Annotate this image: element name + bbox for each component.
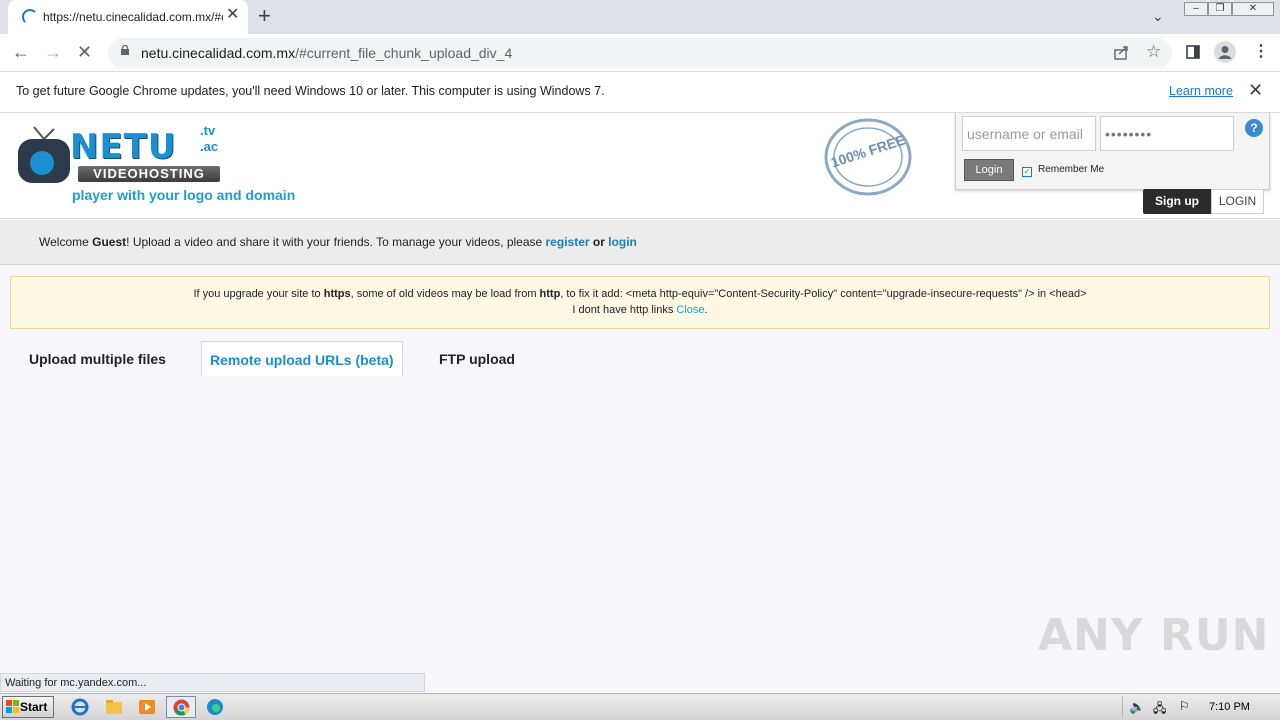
login-button[interactable]: Login bbox=[964, 159, 1014, 181]
tv-logo-icon bbox=[18, 126, 70, 183]
start-button[interactable]: Start bbox=[2, 696, 54, 718]
restore-window-icon[interactable]: ❐ bbox=[1208, 2, 1232, 16]
close-window-icon[interactable]: ✕ bbox=[1232, 2, 1274, 16]
windows-logo-icon bbox=[6, 700, 19, 713]
help-icon[interactable]: ? bbox=[1245, 119, 1263, 137]
new-tab-icon[interactable]: + bbox=[258, 5, 271, 27]
logo-videohosting: VIDEOHOSTING bbox=[78, 166, 220, 182]
logo-tld-tv: .tv bbox=[200, 123, 216, 138]
tab-search-chevron-icon[interactable]: ⌄ bbox=[1152, 8, 1164, 25]
username-field[interactable]: username or email bbox=[962, 116, 1096, 151]
url-host: netu.cinecalidad.com.mx bbox=[141, 45, 296, 61]
chrome-update-infobar: To get future Google Chrome updates, you… bbox=[0, 72, 1280, 113]
notice-line-1: If you upgrade your site to https, some … bbox=[11, 288, 1269, 300]
logo-tagline: player with your logo and domain bbox=[72, 187, 296, 203]
notice-period: . bbox=[704, 304, 708, 316]
password-field[interactable]: •••••••• bbox=[1100, 116, 1234, 151]
action-center-flag-icon[interactable]: ⚐ bbox=[1179, 699, 1190, 713]
browser-tab[interactable]: https://netu.cinecalidad.com.mx/#c ✕ bbox=[8, 0, 248, 34]
sign-up-button[interactable]: Sign up bbox=[1143, 189, 1211, 214]
network-icon[interactable]: 🖧 bbox=[1153, 699, 1166, 720]
register-link[interactable]: register bbox=[546, 235, 590, 249]
status-bubble: Waiting for mc.yandex.com... bbox=[0, 673, 425, 692]
share-icon[interactable] bbox=[1113, 45, 1129, 61]
tab-title: https://netu.cinecalidad.com.mx/#c bbox=[43, 10, 223, 24]
remember-me-checkbox[interactable]: ✓ bbox=[1022, 167, 1032, 177]
volume-icon[interactable]: 🔈 bbox=[1129, 699, 1145, 715]
forward-arrow-icon[interactable]: → bbox=[44, 41, 62, 63]
https-notice: If you upgrade your site to https, some … bbox=[10, 276, 1270, 329]
url-path: /#current_file_chunk_upload_div_4 bbox=[295, 45, 513, 61]
notice-close-link[interactable]: Close bbox=[676, 304, 704, 316]
side-panel-icon[interactable] bbox=[1186, 45, 1200, 59]
profile-avatar-icon[interactable] bbox=[1214, 41, 1236, 63]
start-label: Start bbox=[20, 700, 48, 714]
learn-more-link[interactable]: Learn more bbox=[1169, 84, 1233, 98]
logo-netu[interactable]: NETU bbox=[70, 127, 176, 167]
address-bar[interactable]: netu.cinecalidad.com.mx/#current_file_ch… bbox=[108, 38, 1172, 68]
system-tray: 🔈 🖧 ⚐ bbox=[1122, 696, 1200, 718]
infobar-close-icon[interactable]: ✕ bbox=[1248, 80, 1263, 101]
minimize-window-icon[interactable]: – bbox=[1184, 2, 1208, 16]
welcome-prefix: Welcome bbox=[39, 235, 93, 249]
browser-toolbar: ← → ✕ netu.cinecalidad.com.mx/#current_f… bbox=[0, 34, 1280, 72]
tab-upload-multiple-files[interactable]: Upload multiple files bbox=[21, 341, 174, 376]
welcome-bar: Welcome Guest! Upload a video and share … bbox=[0, 220, 1280, 265]
tab-close-icon[interactable]: ✕ bbox=[226, 7, 239, 23]
chrome-icon bbox=[173, 699, 190, 716]
welcome-or: or bbox=[589, 235, 609, 249]
notice-https: https bbox=[323, 288, 351, 300]
welcome-text: Welcome Guest! Upload a video and share … bbox=[39, 235, 637, 249]
notice-text-c: , to fix it add: <meta http-equiv="Conte… bbox=[560, 288, 1087, 300]
stop-loading-icon[interactable]: ✕ bbox=[77, 41, 92, 63]
edge-icon[interactable] bbox=[204, 697, 226, 717]
loading-spinner-icon bbox=[22, 9, 38, 25]
login-tab-button[interactable]: LOGIN bbox=[1211, 189, 1264, 214]
login-box: username or email •••••••• Login ✓ Remem… bbox=[955, 113, 1270, 190]
back-arrow-icon[interactable]: ← bbox=[12, 41, 30, 63]
taskbar-clock[interactable]: 7:10 PM bbox=[1209, 701, 1250, 713]
windows-taskbar: Start 🔈 🖧 ⚐ 7:10 PM bbox=[0, 693, 1280, 720]
lock-icon[interactable] bbox=[120, 45, 130, 55]
notice-no-http: I dont have http links bbox=[572, 304, 677, 316]
logo-tld-ac: .ac bbox=[200, 139, 219, 154]
file-explorer-icon[interactable] bbox=[103, 697, 125, 717]
menu-kebab-icon[interactable]: ⋮ bbox=[1253, 41, 1269, 61]
web-page: NETU .tv .ac VIDEOHOSTING player with yo… bbox=[0, 113, 1280, 673]
notice-text-a: If you upgrade your site to bbox=[193, 288, 324, 300]
site-header: NETU .tv .ac VIDEOHOSTING player with yo… bbox=[0, 113, 1280, 219]
infobar-message: To get future Google Chrome updates, you… bbox=[16, 84, 605, 98]
notice-text-b: , some of old videos may be load from bbox=[350, 288, 540, 300]
remember-me-label: Remember Me bbox=[1038, 164, 1105, 175]
anyrun-watermark: ANY RUN bbox=[1038, 610, 1270, 661]
url-text: netu.cinecalidad.com.mx/#current_file_ch… bbox=[141, 45, 512, 61]
browser-tab-strip: https://netu.cinecalidad.com.mx/#c ✕ + ⌄… bbox=[0, 0, 1280, 34]
notice-line-2: I dont have http links Close. bbox=[11, 304, 1269, 316]
notice-http: http bbox=[539, 288, 561, 300]
welcome-middle: ! Upload a video and share it with your … bbox=[126, 235, 546, 249]
internet-explorer-icon[interactable] bbox=[69, 697, 91, 717]
tab-remote-upload-urls[interactable]: Remote upload URLs (beta) bbox=[201, 341, 403, 376]
welcome-guest: Guest bbox=[92, 235, 127, 249]
bookmark-star-icon[interactable]: ☆ bbox=[1146, 42, 1161, 62]
chrome-taskbar-button[interactable] bbox=[166, 696, 196, 718]
media-player-icon[interactable] bbox=[136, 697, 158, 717]
login-link[interactable]: login bbox=[608, 235, 637, 249]
tab-ftp-upload[interactable]: FTP upload bbox=[431, 341, 523, 376]
